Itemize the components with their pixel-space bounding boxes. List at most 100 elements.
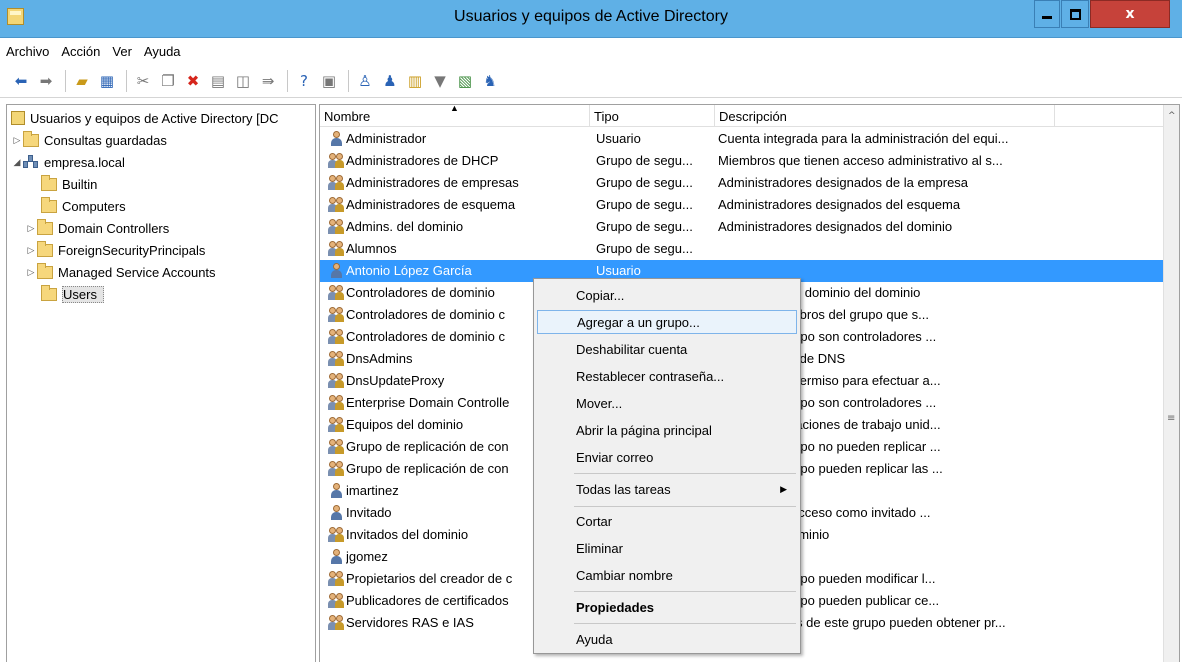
- context-menu: Copiar... Agregar a un grupo... Deshabil…: [533, 278, 801, 654]
- column-header-type[interactable]: Tipo: [590, 105, 715, 127]
- tree-item-builtin[interactable]: Builtin: [41, 173, 97, 195]
- refresh-icon[interactable]: ◫: [232, 70, 254, 92]
- up-folder-icon[interactable]: ▰: [71, 70, 93, 92]
- maximize-button[interactable]: [1061, 0, 1089, 28]
- menu-item-copiar[interactable]: Copiar...: [537, 283, 797, 307]
- tree-item-saved-queries[interactable]: ▷ Consultas guardadas: [11, 129, 167, 151]
- tree-item-label: Consultas guardadas: [44, 132, 167, 148]
- menu-item-abrir-pagina-principal[interactable]: Abrir la página principal: [537, 418, 797, 442]
- menu-ayuda[interactable]: Ayuda: [144, 44, 181, 59]
- cell-name: Antonio López García: [346, 263, 472, 278]
- group-icon: [328, 439, 346, 455]
- new-ou-icon[interactable]: ▥: [404, 70, 426, 92]
- menu-separator: [574, 623, 796, 624]
- expand-arrow-icon[interactable]: ▷: [25, 245, 37, 256]
- group-icon: [328, 307, 346, 323]
- expand-arrow-icon[interactable]: ▷: [25, 267, 37, 278]
- add-to-group-icon[interactable]: ▧: [454, 70, 476, 92]
- tree-item-label: Managed Service Accounts: [58, 264, 216, 280]
- close-button[interactable]: x: [1090, 0, 1170, 28]
- group-icon: [328, 527, 346, 543]
- minimize-icon: [1042, 15, 1052, 19]
- list-row[interactable]: Alumnos Grupo de segu...: [320, 238, 1165, 260]
- menu-ver[interactable]: Ver: [112, 44, 132, 59]
- menu-item-propiedades[interactable]: Propiedades: [537, 595, 797, 619]
- folder-icon: [41, 174, 57, 191]
- list-row[interactable]: Administradores de DHCP Grupo de segu... M…: [320, 150, 1165, 172]
- collapse-arrow-icon[interactable]: ◢: [11, 157, 23, 168]
- menu-item-deshabilitar-cuenta[interactable]: Deshabilitar cuenta: [537, 337, 797, 361]
- forward-arrow-icon[interactable]: ➡: [35, 70, 57, 92]
- column-header-name[interactable]: Nombre ▲: [320, 105, 590, 127]
- menu-archivo[interactable]: Archivo: [6, 44, 49, 59]
- menu-item-restablecer-contrasena[interactable]: Restablecer contraseña...: [537, 364, 797, 388]
- folder-icon: [37, 240, 53, 257]
- cut-icon[interactable]: ✂: [132, 70, 154, 92]
- cell-name: Administradores de empresas: [346, 175, 519, 190]
- cell-description: Administradores designados del esquema: [718, 197, 961, 212]
- list-row[interactable]: Admins. del dominio Grupo de segu... Admin…: [320, 216, 1165, 238]
- cell-description: Administradores designados de la empresa: [718, 175, 969, 190]
- tree-item-computers[interactable]: Computers: [41, 195, 126, 217]
- menu-item-cambiar-nombre[interactable]: Cambiar nombre: [537, 563, 797, 587]
- cell-name: Administradores de esquema: [346, 197, 516, 212]
- show-tree-icon[interactable]: ▦: [96, 70, 118, 92]
- menu-item-enviar-correo[interactable]: Enviar correo: [537, 445, 797, 469]
- menu-item-eliminar[interactable]: Eliminar: [537, 536, 797, 560]
- filter-icon[interactable]: ▼: [429, 70, 451, 92]
- tree-item-managed-service-accounts[interactable]: ▷ Managed Service Accounts: [25, 261, 216, 283]
- cell-type: Grupo de segu...: [596, 241, 693, 256]
- cell-type: Grupo de segu...: [596, 219, 693, 234]
- active-directory-icon: [11, 111, 25, 125]
- menu-item-agregar-a-un-grupo[interactable]: Agregar a un grupo...: [537, 310, 797, 334]
- menu-item-todas-las-tareas[interactable]: Todas las tareas ▶: [537, 477, 797, 501]
- tree-item-domain[interactable]: ◢ empresa.local: [11, 151, 125, 173]
- back-arrow-icon[interactable]: ⬅: [10, 70, 32, 92]
- tree-item-users[interactable]: Users: [41, 283, 104, 305]
- delegate-icon[interactable]: ♞: [479, 70, 501, 92]
- menu-item-label: Todas las tareas: [576, 481, 671, 497]
- minimize-button[interactable]: [1034, 0, 1060, 28]
- console-tree: Usuarios y equipos de Active Directory […: [6, 104, 316, 662]
- help-icon[interactable]: ?: [293, 70, 315, 92]
- tree-root-label: Usuarios y equipos de Active Directory […: [30, 110, 279, 126]
- group-icon: [328, 395, 346, 411]
- export-list-icon[interactable]: ⇛: [257, 70, 279, 92]
- ou-folder-icon: [37, 218, 53, 235]
- cell-type: Grupo de segu...: [596, 153, 693, 168]
- restore-icon: [1069, 8, 1081, 20]
- list-row[interactable]: Administradores de empresas Grupo de segu…: [320, 172, 1165, 194]
- expand-arrow-icon[interactable]: ▷: [11, 135, 23, 146]
- user-icon: [330, 131, 344, 147]
- copy-icon[interactable]: ❐: [157, 70, 179, 92]
- menu-item-mover[interactable]: Mover...: [537, 391, 797, 415]
- delete-icon[interactable]: ✖: [182, 70, 204, 92]
- tree-item-label: empresa.local: [44, 154, 125, 170]
- tree-item-foreign-security-principals[interactable]: ▷ ForeignSecurityPrincipals: [25, 239, 205, 261]
- properties-icon[interactable]: ▤: [207, 70, 229, 92]
- vertical-scrollbar[interactable]: ^ ≡: [1163, 105, 1179, 662]
- expand-arrow-icon[interactable]: ▷: [25, 223, 37, 234]
- list-row[interactable]: Administradores de esquema Grupo de segu.…: [320, 194, 1165, 216]
- tree-root[interactable]: Usuarios y equipos de Active Directory […: [11, 107, 279, 129]
- new-user-icon[interactable]: ♙: [354, 70, 376, 92]
- column-label: Nombre: [324, 108, 371, 124]
- toolbar-separator: [287, 69, 288, 92]
- group-icon: [328, 615, 346, 631]
- scroll-up-icon[interactable]: ^: [1168, 111, 1176, 121]
- column-header-description[interactable]: Descripción: [715, 105, 1055, 127]
- group-icon: [328, 461, 346, 477]
- menu-item-ayuda[interactable]: Ayuda: [537, 627, 797, 651]
- menu-item-cortar[interactable]: Cortar: [537, 509, 797, 533]
- sort-ascending-icon: ▲: [450, 104, 459, 113]
- list-row[interactable]: Administrador Usuario Cuenta integrada par…: [320, 128, 1165, 150]
- menu-accion[interactable]: Acción: [61, 44, 100, 59]
- new-group-icon[interactable]: ♟: [379, 70, 401, 92]
- tree-item-label: Users: [62, 285, 104, 303]
- domain-icon: [23, 155, 39, 169]
- tree-item-domain-controllers[interactable]: ▷ Domain Controllers: [25, 217, 169, 239]
- menu-separator: [574, 473, 796, 474]
- scroll-grip-icon[interactable]: ≡: [1167, 413, 1175, 424]
- group-icon: [328, 329, 346, 345]
- console-icon[interactable]: ▣: [318, 70, 340, 92]
